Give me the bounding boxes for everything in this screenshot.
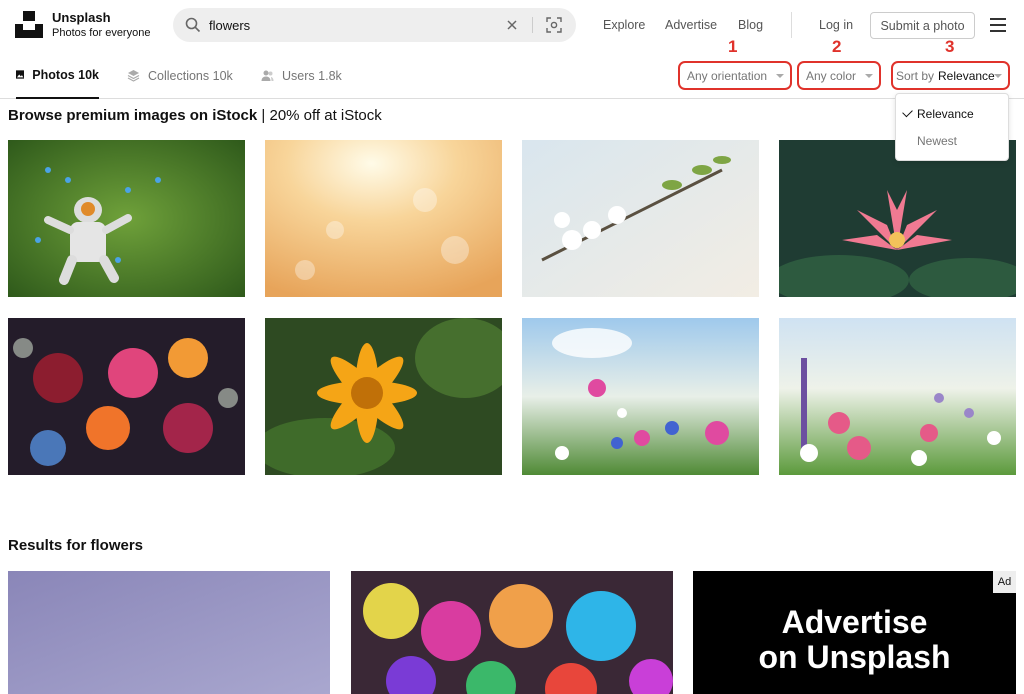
visual-search-icon[interactable]	[546, 17, 562, 33]
white-blossom-branch-photo[interactable]	[522, 140, 759, 297]
annotation-number-3: 3	[945, 37, 955, 56]
lavender-meadow-photo[interactable]	[779, 318, 1016, 475]
checkmark-icon	[902, 106, 913, 118]
sort-filter[interactable]: Sort by Relevance	[891, 61, 1010, 90]
results-heading: Results for flowers	[8, 537, 144, 554]
golden-bokeh-flowers-photo[interactable]	[265, 140, 502, 297]
astronaut-grass-photo[interactable]	[8, 140, 245, 297]
rainbow-roses-photo[interactable]	[351, 571, 673, 694]
brand[interactable]: Unsplash Photos for everyone	[52, 10, 150, 40]
chevron-down-icon	[865, 74, 873, 78]
advertise-banner[interactable]: Advertise on Unsplash	[693, 571, 1016, 694]
sort-dropdown-menu: Relevance Newest	[895, 93, 1009, 161]
istock-promo-heading[interactable]: Browse premium images on iStock | 20% of…	[8, 107, 382, 124]
search-icon[interactable]	[185, 17, 201, 33]
promo-rest-text: | 20% off at iStock	[257, 107, 382, 124]
tab-users[interactable]: Users 1.8k	[261, 52, 342, 99]
chevron-down-icon	[994, 74, 1002, 78]
nav-advertise[interactable]: Advertise	[665, 18, 717, 32]
search-input[interactable]	[209, 8, 479, 42]
tab-users-label: Users	[282, 68, 315, 83]
promo-bold-text: Browse premium images on iStock	[8, 107, 258, 124]
wildflower-meadow-photo[interactable]	[522, 318, 759, 475]
purple-gradient-photo[interactable]	[8, 571, 330, 694]
unsplash-logo-icon[interactable]	[15, 11, 43, 38]
nav-explore[interactable]: Explore	[603, 18, 645, 32]
sort-option-newest[interactable]: Newest	[896, 128, 1008, 154]
ad-line-1: Advertise	[781, 604, 928, 640]
ad-badge: Ad	[993, 571, 1016, 593]
login-link[interactable]: Log in	[819, 18, 853, 32]
chevron-down-icon	[776, 74, 784, 78]
collections-stack-icon	[127, 70, 140, 82]
brand-tagline: Photos for everyone	[52, 27, 151, 39]
tab-photos-label: Photos	[32, 67, 75, 82]
tab-collections[interactable]: Collections 10k	[127, 52, 233, 99]
ad-line-2: on Unsplash	[758, 639, 951, 675]
annotation-number-1: 1	[728, 37, 738, 56]
nav-divider	[791, 12, 792, 38]
annotation-number-2: 2	[832, 37, 842, 56]
tab-photos[interactable]: Photos 10k	[16, 52, 99, 99]
hamburger-menu-icon[interactable]	[990, 18, 1006, 32]
orange-marigold-photo[interactable]	[265, 318, 502, 475]
brand-name: Unsplash	[52, 10, 111, 25]
colorful-bouquet-photo[interactable]	[8, 318, 245, 475]
sort-filter-value: Relevance	[938, 68, 995, 83]
tab-collections-count: 10k	[212, 68, 233, 83]
users-icon	[261, 70, 274, 81]
sort-filter-prefix: Sort by	[896, 68, 935, 83]
tab-collections-label: Collections	[148, 68, 210, 83]
top-header: Unsplash Photos for everyone Explore Adv…	[0, 0, 1024, 50]
advertise-banner-text: Advertise on Unsplash	[693, 605, 1016, 675]
submit-photo-button[interactable]: Submit a photo	[870, 12, 975, 39]
search-bar[interactable]	[173, 8, 576, 42]
tab-users-count: 1.8k	[318, 68, 342, 83]
sort-option-label: Relevance	[917, 107, 974, 121]
orientation-filter-label: Any orientation	[687, 68, 768, 83]
orientation-filter[interactable]: Any orientation	[678, 61, 792, 90]
color-filter-label: Any color	[806, 68, 857, 83]
tab-photos-count: 10k	[78, 67, 99, 82]
photo-icon	[16, 70, 25, 79]
search-divider	[532, 17, 533, 33]
color-filter[interactable]: Any color	[797, 61, 881, 90]
close-icon[interactable]	[505, 18, 519, 32]
sort-option-label: Newest	[917, 134, 958, 148]
sort-option-relevance[interactable]: Relevance	[896, 101, 1008, 127]
nav-blog[interactable]: Blog	[738, 18, 763, 32]
pink-water-lily-photo[interactable]	[779, 140, 1016, 297]
